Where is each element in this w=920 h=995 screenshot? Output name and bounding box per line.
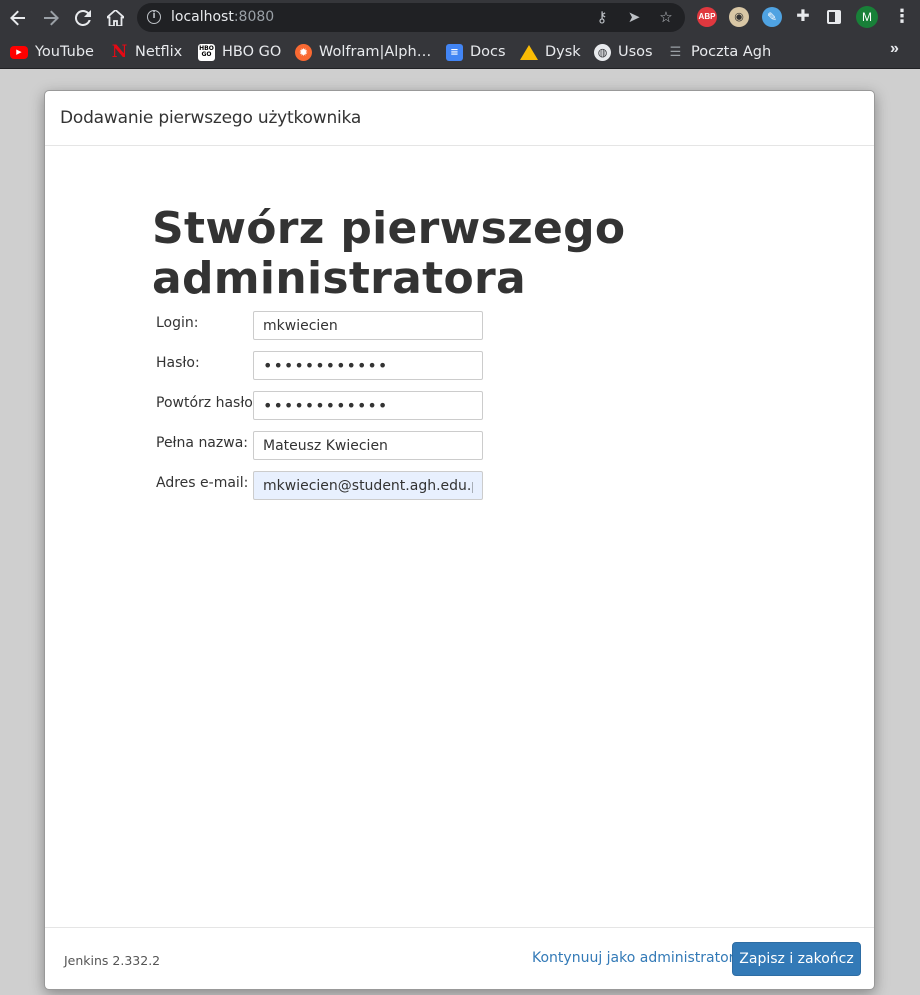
adblock-label: ABP	[698, 12, 716, 21]
globe-icon: ◍	[594, 43, 611, 61]
browser-toolbar: i localhost:8080 ⚷ ➤ ☆ ABP ◉ ✎ ✚ M ⋮	[0, 0, 920, 35]
home-icon[interactable]	[102, 5, 128, 31]
bookmark-hbo-go[interactable]: HBO GO HBO GO	[198, 40, 281, 64]
docs-icon: ≡	[446, 43, 463, 61]
fullname-field[interactable]	[253, 431, 483, 460]
bookmark-label: Poczta Agh	[691, 44, 772, 60]
side-panel-icon[interactable]	[827, 10, 841, 24]
reload-icon[interactable]	[70, 5, 96, 31]
hbo-icon: HBO GO	[198, 43, 215, 61]
adblock-icon[interactable]: ABP	[697, 7, 717, 27]
confirm-password-label: Powtórz hasło:	[156, 395, 258, 411]
login-row: Login:	[156, 311, 496, 341]
bookmark-wolfram[interactable]: ✹ Wolfram|Alph…	[295, 40, 431, 64]
page-title: Stwórz pierwszego administratora	[152, 203, 626, 304]
confirm-password-row: Powtórz hasło:	[156, 391, 496, 421]
bookmark-youtube[interactable]: ▶ YouTube	[10, 40, 94, 64]
youtube-icon: ▶	[10, 45, 28, 59]
bookmark-label: Docs	[470, 44, 506, 60]
dialog-footer: Jenkins 2.332.2 Kontynuuj jako administr…	[45, 927, 874, 989]
bookmark-star-icon[interactable]: ☆	[656, 8, 676, 28]
url-host: localhost	[171, 9, 234, 25]
bookmark-label: Wolfram|Alph…	[319, 44, 432, 60]
url-port: :8080	[233, 9, 275, 25]
email-row: Adres e-mail:	[156, 471, 496, 501]
wolfram-icon: ✹	[295, 43, 312, 61]
continue-as-admin-link[interactable]: Kontynuuj jako administrator	[532, 950, 734, 966]
password-row: Hasło:	[156, 351, 496, 381]
netflix-icon: N	[111, 42, 128, 62]
back-icon[interactable]	[5, 5, 31, 31]
email-label: Adres e-mail:	[156, 475, 249, 491]
dialog-header: Dodawanie pierwszego użytkownika	[45, 91, 874, 146]
bookmarks-bar: ▶ YouTube N Netflix HBO GO HBO GO ✹ Wolfr…	[0, 35, 920, 69]
bookmark-usos[interactable]: ◍ Usos	[594, 40, 653, 64]
browser-menu-icon[interactable]: ⋮	[893, 6, 911, 27]
drive-icon	[520, 44, 538, 60]
setup-dialog: Dodawanie pierwszego użytkownika Stwórz …	[44, 90, 875, 990]
bookmark-poczta-agh[interactable]: ☰ Poczta Agh	[667, 40, 772, 64]
extensions-puzzle-icon[interactable]: ✚	[793, 7, 813, 27]
password-field[interactable]	[253, 351, 483, 380]
bookmark-label: Netflix	[135, 44, 183, 60]
bookmark-label: Usos	[618, 44, 653, 60]
extension-compass-icon[interactable]: ✎	[762, 7, 782, 27]
bookmark-label: HBO GO	[222, 44, 282, 60]
forward-icon[interactable]	[38, 5, 64, 31]
email-field[interactable]	[253, 471, 483, 500]
fullname-row: Pełna nazwa:	[156, 431, 496, 461]
bookmark-label: YouTube	[35, 44, 94, 60]
password-label: Hasło:	[156, 355, 200, 371]
profile-avatar[interactable]: M	[856, 6, 878, 28]
extension-face-icon[interactable]: ◉	[729, 7, 749, 27]
mail-icon: ☰	[669, 44, 682, 60]
key-icon[interactable]: ⚷	[592, 8, 612, 28]
fullname-label: Pełna nazwa:	[156, 435, 248, 451]
url-text[interactable]: localhost:8080	[171, 9, 274, 25]
confirm-password-field[interactable]	[253, 391, 483, 420]
save-and-finish-button[interactable]: Zapisz i zakończ	[732, 942, 861, 976]
bookmark-dysk[interactable]: Dysk	[520, 40, 581, 64]
dialog-title: Dodawanie pierwszego użytkownika	[60, 108, 362, 128]
jenkins-version: Jenkins 2.332.2	[64, 953, 161, 968]
login-field[interactable]	[253, 311, 483, 340]
login-label: Login:	[156, 315, 199, 331]
profile-initial: M	[862, 10, 872, 24]
send-icon[interactable]: ➤	[624, 8, 644, 28]
bookmark-netflix[interactable]: N Netflix	[111, 40, 182, 64]
more-bookmarks-icon[interactable]: »	[890, 40, 899, 58]
bookmark-docs[interactable]: ≡ Docs	[446, 40, 506, 64]
bookmark-label: Dysk	[545, 44, 581, 60]
address-bar[interactable]: i localhost:8080 ⚷ ➤ ☆	[137, 3, 685, 32]
site-info-icon[interactable]: i	[147, 10, 161, 24]
